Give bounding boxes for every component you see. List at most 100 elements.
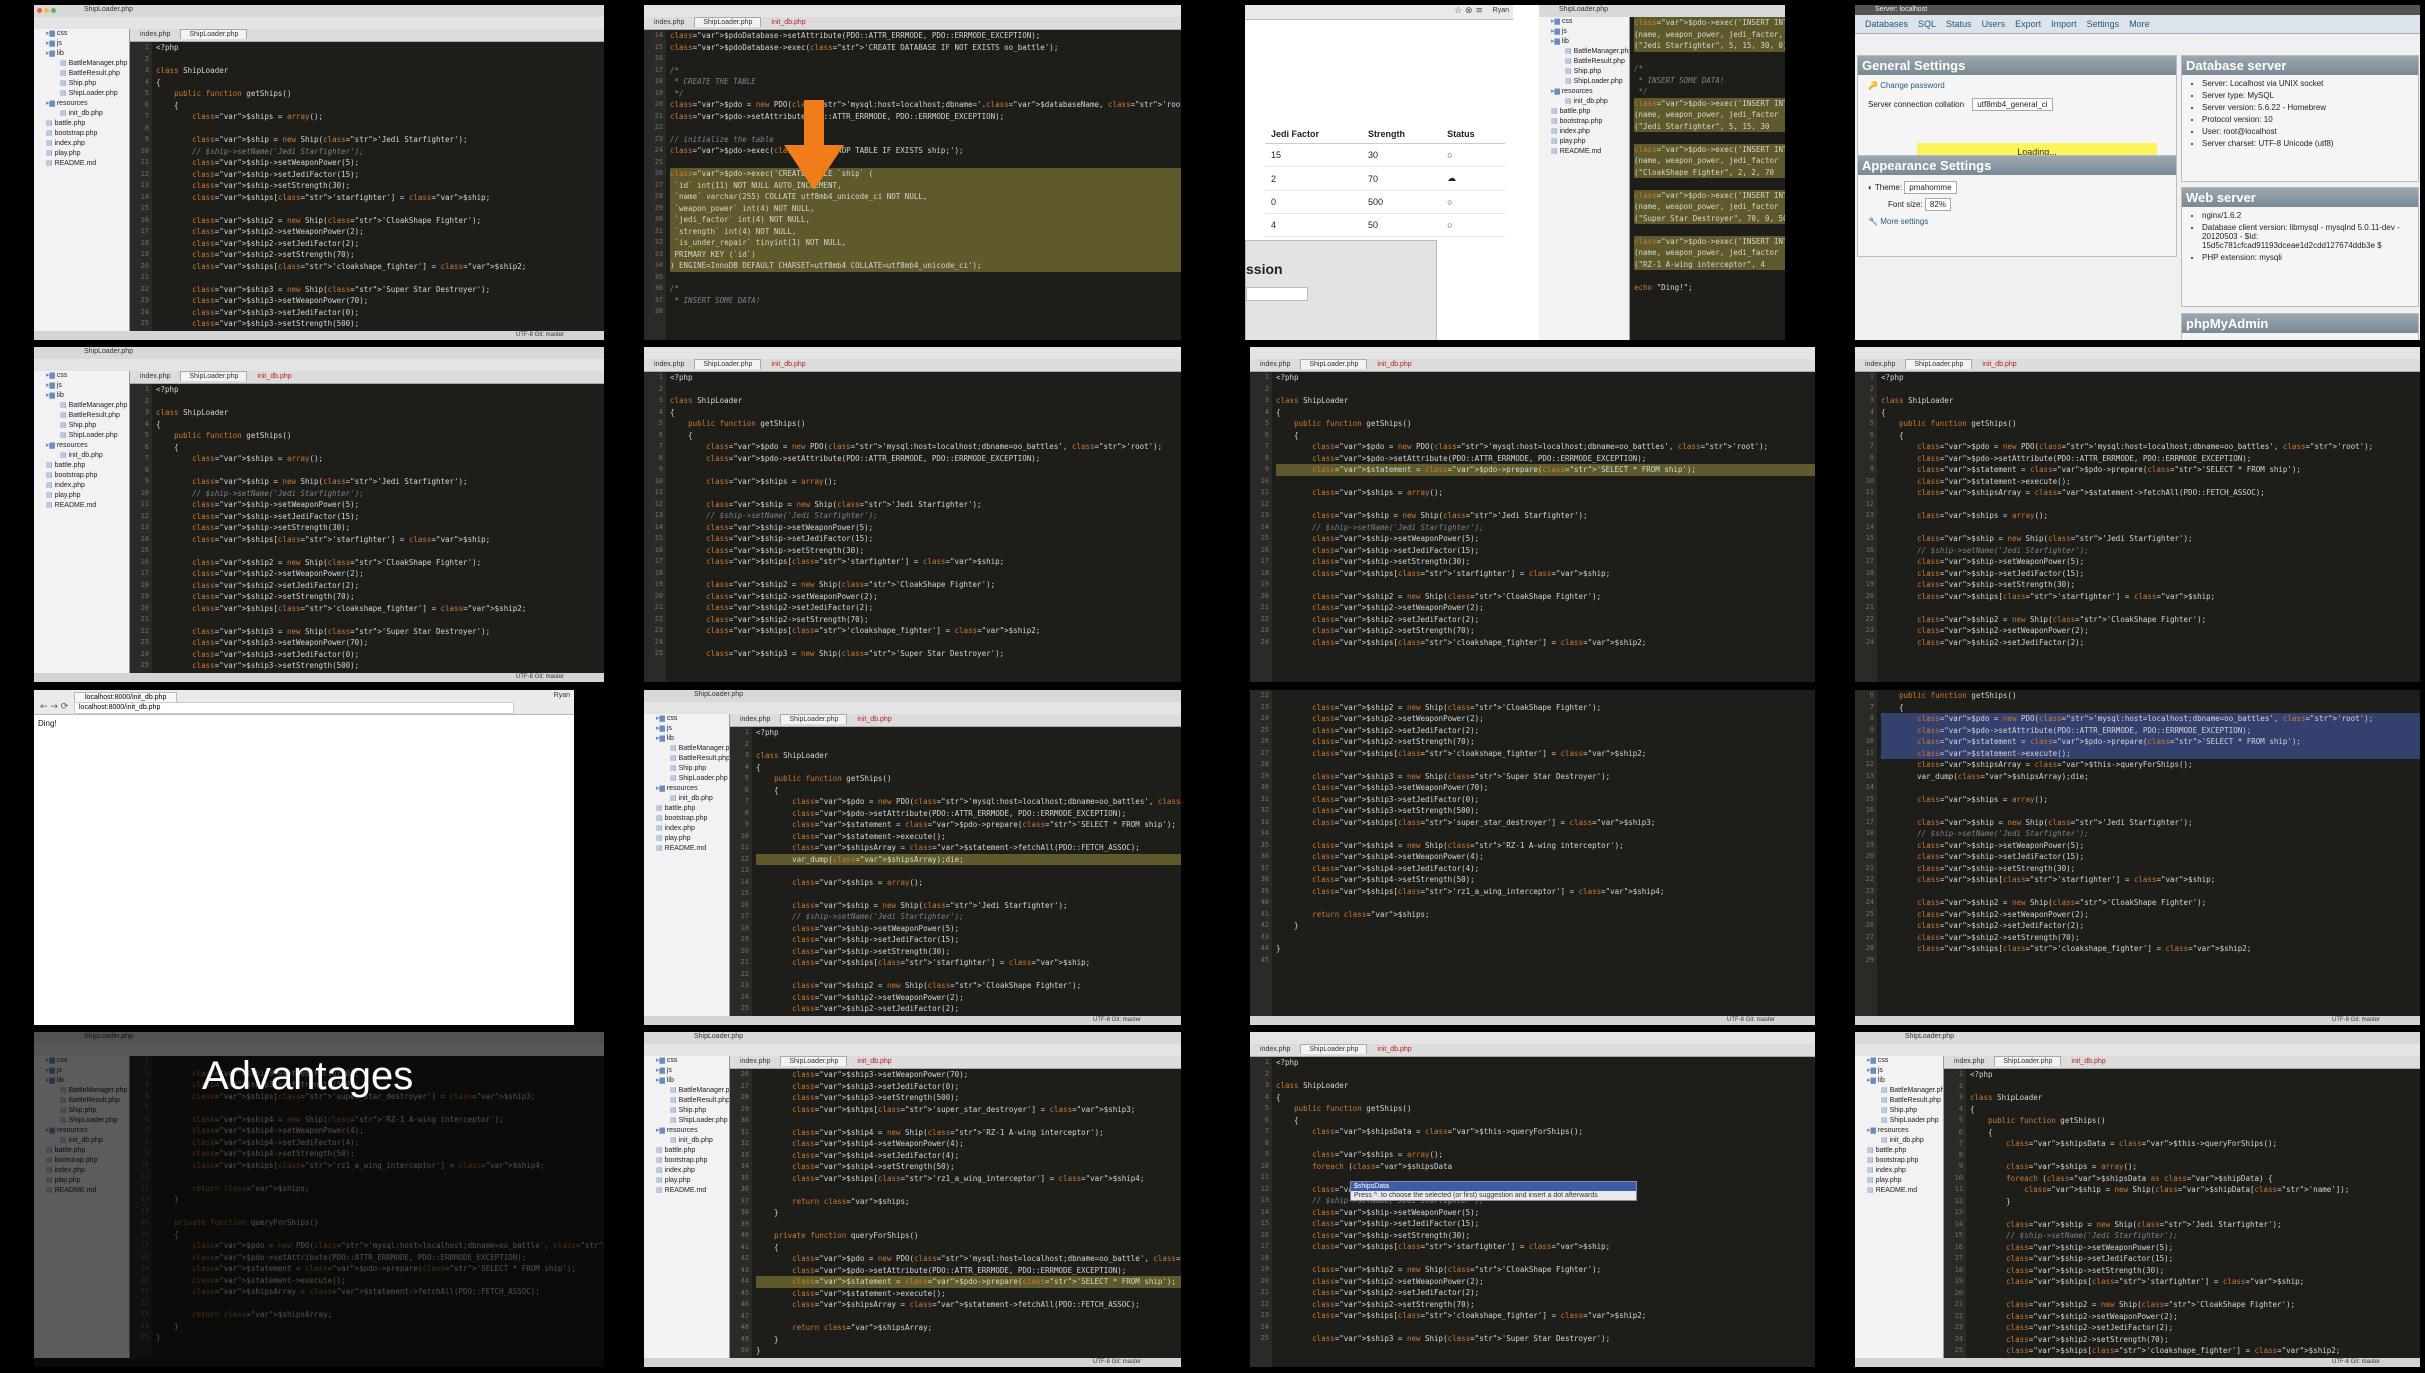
code-line[interactable]: class="var">$ships[class="str">'cloaksha… xyxy=(670,625,1181,637)
code-line[interactable] xyxy=(756,739,1181,751)
code-line[interactable]: class="var">$ship4 = new Ship(class="str… xyxy=(756,1127,1181,1139)
code-line[interactable]: { xyxy=(1881,702,2420,714)
browser-tab[interactable]: localhost:8000/init_db.php xyxy=(74,692,178,702)
code-line[interactable]: class="var">$ships[class="str">'cloaksha… xyxy=(156,603,604,615)
code-line[interactable]: class="var">$statement->execute(); xyxy=(1881,476,2420,488)
code-line[interactable]: * INSERT SOME DATA! xyxy=(670,295,1181,307)
code-line[interactable] xyxy=(670,487,1181,499)
editor-tab[interactable]: init_db.php xyxy=(849,1057,899,1066)
code-line[interactable]: class="var">$ship->setStrength(30); xyxy=(156,522,604,534)
code-line[interactable]: (name, weapon_power, jedi_factor xyxy=(1634,155,1785,167)
project-tree-item[interactable]: ▤ ShipLoader.php xyxy=(1539,77,1629,87)
project-tree-item[interactable]: ▤ index.php xyxy=(34,139,129,149)
code-line[interactable] xyxy=(156,272,604,284)
code-line[interactable]: class="var">$ship2->setWeaponPower(2); xyxy=(1276,1276,1815,1288)
pma-nav-item[interactable]: More xyxy=(2129,15,2150,33)
pma-nav-item[interactable]: SQL xyxy=(1918,15,1936,33)
pma-nav-item[interactable]: Users xyxy=(1982,15,2006,33)
code-line[interactable] xyxy=(1276,1253,1815,1265)
project-tree-item[interactable]: ▤ README.md xyxy=(34,159,129,169)
code-line[interactable]: private function queryForShips() xyxy=(756,1230,1181,1242)
code-line[interactable]: class="var">$statement = class="var">$pd… xyxy=(1881,736,2420,748)
code-line[interactable]: `is_under_repair` tinyint(1) NOT NULL, xyxy=(670,237,1181,249)
code-line[interactable]: class="var">$ship2->setStrength(70); xyxy=(1881,932,2420,944)
project-tree-item[interactable]: ▤ play.php xyxy=(1855,1176,1943,1186)
code-content[interactable]: public function getShips() { class="var"… xyxy=(1881,690,2420,966)
code-line[interactable]: class="var">$ship4->setStrength(50); xyxy=(1276,874,1815,886)
code-line[interactable]: class="var">$ship = new Ship(class="var"… xyxy=(1970,1184,2420,1196)
code-line[interactable] xyxy=(756,1311,1181,1323)
code-line[interactable] xyxy=(1276,955,1815,967)
code-line[interactable]: class="var">$ship2->setJediFactor(2); xyxy=(1276,1287,1815,1299)
code-line[interactable]: class="var">$shipsArray = class="var">$s… xyxy=(1881,487,2420,499)
code-line[interactable]: class="var">$ship->setJediFactor(15); xyxy=(1970,1253,2420,1265)
code-line[interactable]: `jedi_factor` int(4) NOT NULL, xyxy=(670,214,1181,226)
project-tree-item[interactable]: ▤ ShipLoader.php xyxy=(34,431,129,441)
project-tree-item[interactable]: ▤ bootstrap.php xyxy=(644,814,729,824)
code-line[interactable] xyxy=(1970,1207,2420,1219)
code-line[interactable]: class="var">$pdo->setAttribute(PDO::ATTR… xyxy=(1276,453,1815,465)
code-line[interactable]: `strength` int(4) NOT NULL, xyxy=(670,225,1181,237)
code-line[interactable]: class="var">$ship->setStrength(30); xyxy=(1970,1265,2420,1277)
project-tree-item[interactable]: ▸▆ js xyxy=(644,724,729,734)
code-content[interactable]: <?php class ShipLoader{ public function g… xyxy=(1881,372,2420,648)
code-line[interactable]: ("CloakShape Fighter", 2, 2, 70 xyxy=(1634,166,1785,178)
code-line[interactable] xyxy=(1276,828,1815,840)
code-line[interactable]: class="var">$pdo->exec('CREATE TABLE `sh… xyxy=(670,168,1181,180)
project-tree-item[interactable]: ▤ Ship.php xyxy=(644,1106,729,1116)
code-line[interactable]: class="var">$ship->setJediFactor(15); xyxy=(156,169,604,181)
code-line[interactable]: class="var">$pdo->exec('INSERT INTO ship xyxy=(1634,235,1785,247)
code-line[interactable]: <?php xyxy=(756,727,1181,739)
code-line[interactable]: class="var">$pdo = new PDO(class="str">'… xyxy=(1276,441,1815,453)
code-line[interactable]: class="var">$ships[class="str">'cloaksha… xyxy=(1276,637,1815,649)
code-line[interactable]: class="var">$pdo = new PDO(class="str">'… xyxy=(1881,441,2420,453)
code-line[interactable]: return class="var">$shipsArray; xyxy=(756,1322,1181,1334)
code-line[interactable]: class="var">$pdo->exec(class="str">'DROP… xyxy=(670,145,1181,157)
project-tree-item[interactable]: ▤ init_db.php xyxy=(34,451,129,461)
editor-tab[interactable]: ShipLoader.php xyxy=(694,359,762,369)
project-tree-item[interactable]: ▤ init_db.php xyxy=(34,109,129,119)
editor-tab[interactable]: init_db.php xyxy=(763,360,813,369)
code-line[interactable]: ("Super Star Destroyer", 70, 0, 500 xyxy=(1634,212,1785,224)
code-line[interactable]: class="var">$ships[class="str">'cloaksha… xyxy=(1881,943,2420,955)
editor-tab[interactable]: ShipLoader.php xyxy=(780,1056,848,1066)
code-line[interactable] xyxy=(156,396,604,408)
project-tree-item[interactable]: ▸▆ resources xyxy=(644,784,729,794)
code-line[interactable]: <?php xyxy=(1276,1057,1815,1069)
project-tree-item[interactable]: ▤ index.php xyxy=(34,481,129,491)
code-line[interactable]: class="var">$ship3->setJediFactor(0); xyxy=(756,1081,1181,1093)
project-tree-item[interactable]: ▤ bootstrap.php xyxy=(1855,1156,1943,1166)
code-line[interactable]: class="var">$statement->execute(); xyxy=(756,831,1181,843)
code-line[interactable]: { xyxy=(156,77,604,89)
code-line[interactable]: ("Jedi Starfighter", 5, 15, 30, 0)'); xyxy=(1634,40,1785,52)
code-line[interactable]: var_dump(class="var">$shipsArray);die; xyxy=(1881,771,2420,783)
code-line[interactable]: { xyxy=(156,419,604,431)
change-password-link[interactable]: Change password xyxy=(1880,81,1944,90)
code-line[interactable] xyxy=(156,614,604,626)
code-line[interactable]: class="var">$shipsData = class="var">$th… xyxy=(1276,1126,1815,1138)
code-line[interactable]: class="var">$ships[class="str">'rz1_a_wi… xyxy=(756,1173,1181,1185)
code-line[interactable]: class ShipLoader xyxy=(156,407,604,419)
code-line[interactable]: class="var">$ships = array(); xyxy=(1276,1149,1815,1161)
editor-tab[interactable]: ShipLoader.php xyxy=(180,29,248,39)
autocomplete-popup[interactable]: $shipsData Press ^. to choose the select… xyxy=(1350,1181,1637,1201)
code-editor[interactable]: 1234567891011121314151617181920212223242… xyxy=(130,384,604,673)
code-line[interactable] xyxy=(1881,782,2420,794)
code-line[interactable]: class="var">$ship->setWeaponPower(5); xyxy=(1881,840,2420,852)
pma-nav-item[interactable]: Databases xyxy=(1865,15,1908,33)
code-line[interactable]: class="var">$ships[class="str">'cloaksha… xyxy=(156,261,604,273)
code-line[interactable]: class="var">$ship->setJediFactor(15); xyxy=(1881,851,2420,863)
editor-tab[interactable]: index.php xyxy=(732,715,778,724)
project-tree-item[interactable]: ▸▆ resources xyxy=(34,441,129,451)
project-tree-item[interactable]: ▤ README.md xyxy=(34,501,129,511)
code-line[interactable]: class="var">$ship2->setWeaponPower(2); xyxy=(1276,713,1815,725)
code-line[interactable]: class="var">$ship2->setStrength(70); xyxy=(1276,736,1815,748)
code-line[interactable] xyxy=(1970,1288,2420,1300)
code-line[interactable]: class="var">$ship4->setStrength(50); xyxy=(756,1161,1181,1173)
code-line[interactable]: { xyxy=(670,430,1181,442)
editor-tab[interactable]: ShipLoader.php xyxy=(180,371,248,381)
code-line[interactable]: class="var">$statement = class="var">$pd… xyxy=(1881,464,2420,476)
code-line[interactable] xyxy=(670,464,1181,476)
code-content[interactable]: class="var">$pdo->exec('INSERT INTO ship… xyxy=(1634,17,1785,293)
code-content[interactable]: <?php class ShipLoader{ public function g… xyxy=(1276,372,1815,648)
